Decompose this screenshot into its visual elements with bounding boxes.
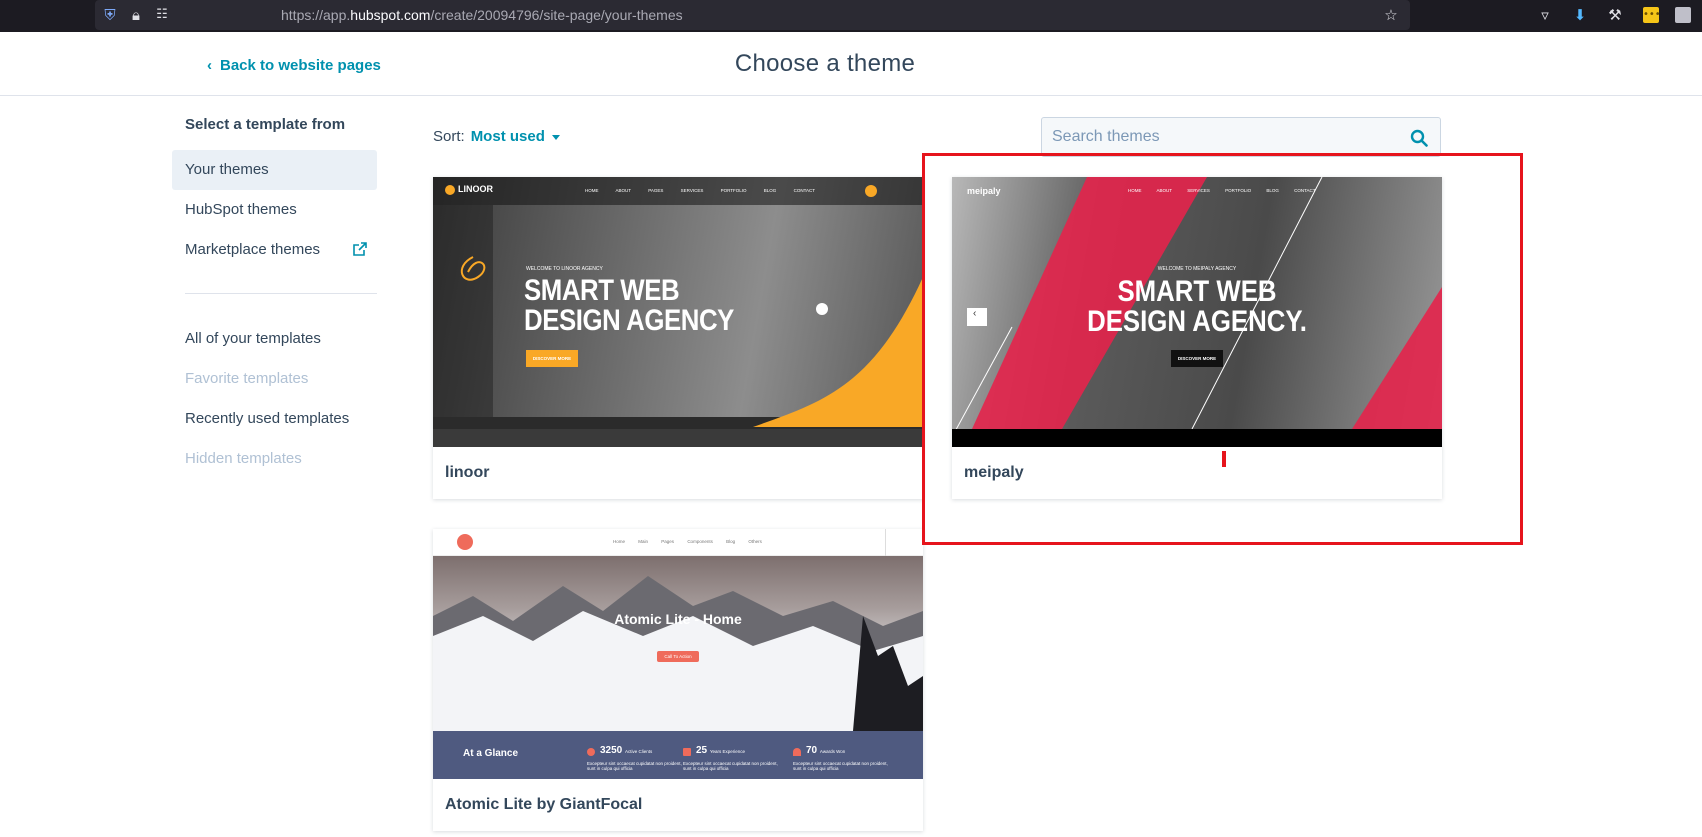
- sidebar-heading: Select a template from: [185, 116, 346, 133]
- bookmark-star-icon[interactable]: ☆: [1382, 6, 1400, 24]
- sidebar-item-your-themes[interactable]: Your themes: [172, 150, 377, 190]
- sidebar-item-label: Favorite templates: [185, 370, 309, 387]
- pocket-icon[interactable]: ▿: [1536, 6, 1554, 24]
- shield-icon[interactable]: ⛨: [101, 6, 119, 24]
- sidebar-item-label: HubSpot themes: [185, 201, 297, 218]
- theme-card-atomic-lite[interactable]: Home Main Pages Components Blog Others A…: [433, 529, 923, 831]
- preview-stat-text: Excepteur sint occaecat cupidatat non pr…: [587, 761, 682, 771]
- sort-control: Sort: Most used: [433, 128, 560, 145]
- theme-card-linoor[interactable]: LINOOR HOME ABOUT PAGES SERVICES PORTFOL…: [433, 177, 923, 499]
- preview-cta: Call To Action: [657, 651, 699, 662]
- preview-headline: SMART WEB DESIGN AGENCY: [524, 274, 734, 337]
- search-input[interactable]: [1042, 118, 1402, 156]
- permissions-icon[interactable]: ☷: [153, 6, 171, 24]
- sidebar-divider: [185, 293, 377, 294]
- preview-hero-title: Atomic Lite - Home: [614, 611, 742, 627]
- sidebar-item-all-templates[interactable]: All of your templates: [172, 319, 377, 359]
- preview-stat: 25 Years Experience: [696, 745, 746, 756]
- sort-dropdown[interactable]: Most used: [471, 128, 560, 145]
- profile-icon[interactable]: [1675, 7, 1691, 23]
- search-themes: [1041, 117, 1441, 157]
- selection-highlight-box: [922, 153, 1523, 545]
- theme-name: Atomic Lite by GiantFocal: [445, 796, 643, 813]
- preview-cta: DISCOVER MORE: [526, 350, 578, 367]
- preview-stat-text: Excepteur sint occaecat cupidatat non pr…: [683, 761, 778, 771]
- downloads-icon[interactable]: ⬇: [1571, 6, 1589, 24]
- sidebar-item-label: All of your templates: [185, 330, 321, 347]
- preview-stats-band: At a Glance 3250 Active Clients Excepteu…: [433, 731, 923, 779]
- sidebar-item-hubspot-themes[interactable]: HubSpot themes: [172, 190, 377, 230]
- page-header: ‹ Back to website pages Choose a theme: [0, 32, 1702, 96]
- preview-band-title: At a Glance: [463, 748, 519, 759]
- page-title: Choose a theme: [734, 50, 916, 77]
- sort-value: Most used: [470, 128, 545, 145]
- sidebar-item-label: Marketplace themes: [185, 241, 321, 258]
- sidebar-item-hidden-templates[interactable]: Hidden templates: [172, 439, 377, 479]
- sidebar-item-favorite-templates[interactable]: Favorite templates: [172, 359, 377, 399]
- wrench-icon[interactable]: ⚒: [1606, 6, 1624, 24]
- preview-nav: Home Main Pages Components Blog Others: [613, 539, 762, 544]
- preview-mountains: [433, 576, 923, 731]
- preview-kicker: WELCOME TO LINOOR AGENCY: [526, 266, 603, 272]
- url-text[interactable]: https://app.hubspot.com/create/20094796/…: [281, 7, 683, 23]
- caret-down-icon: [551, 134, 560, 140]
- preview-logo-icon: [457, 534, 473, 550]
- cursor-marker: [1222, 451, 1226, 467]
- extension-icon[interactable]: •••: [1643, 7, 1661, 23]
- preview-stat: 70 Awards Won: [806, 745, 846, 756]
- sort-label: Sort:: [433, 128, 465, 145]
- sidebar-item-marketplace-themes[interactable]: Marketplace themes: [172, 230, 377, 270]
- sidebar-item-label: Hidden templates: [185, 450, 302, 467]
- external-link-icon: [353, 242, 367, 256]
- preview-stat-text: Excepteur sint occaecat cupidatat non pr…: [793, 761, 888, 771]
- sidebar-item-label: Recently used templates: [185, 410, 350, 427]
- preview-stat: 3250 Active Clients: [600, 745, 653, 756]
- search-icon[interactable]: [1410, 129, 1428, 147]
- theme-name: linoor: [445, 464, 490, 481]
- sidebar-item-label: Your themes: [185, 161, 269, 178]
- theme-preview-image: LINOOR HOME ABOUT PAGES SERVICES PORTFOL…: [433, 177, 923, 447]
- lock-icon[interactable]: 🔒︎: [127, 6, 145, 24]
- theme-preview-image: Home Main Pages Components Blog Others A…: [433, 529, 923, 779]
- address-bar[interactable]: ⛨ 🔒︎ ☷ https://app.hubspot.com/create/20…: [95, 0, 1410, 30]
- sidebar-item-recently-used-templates[interactable]: Recently used templates: [172, 399, 377, 439]
- browser-toolbar: ⛨ 🔒︎ ☷ https://app.hubspot.com/create/20…: [0, 0, 1702, 32]
